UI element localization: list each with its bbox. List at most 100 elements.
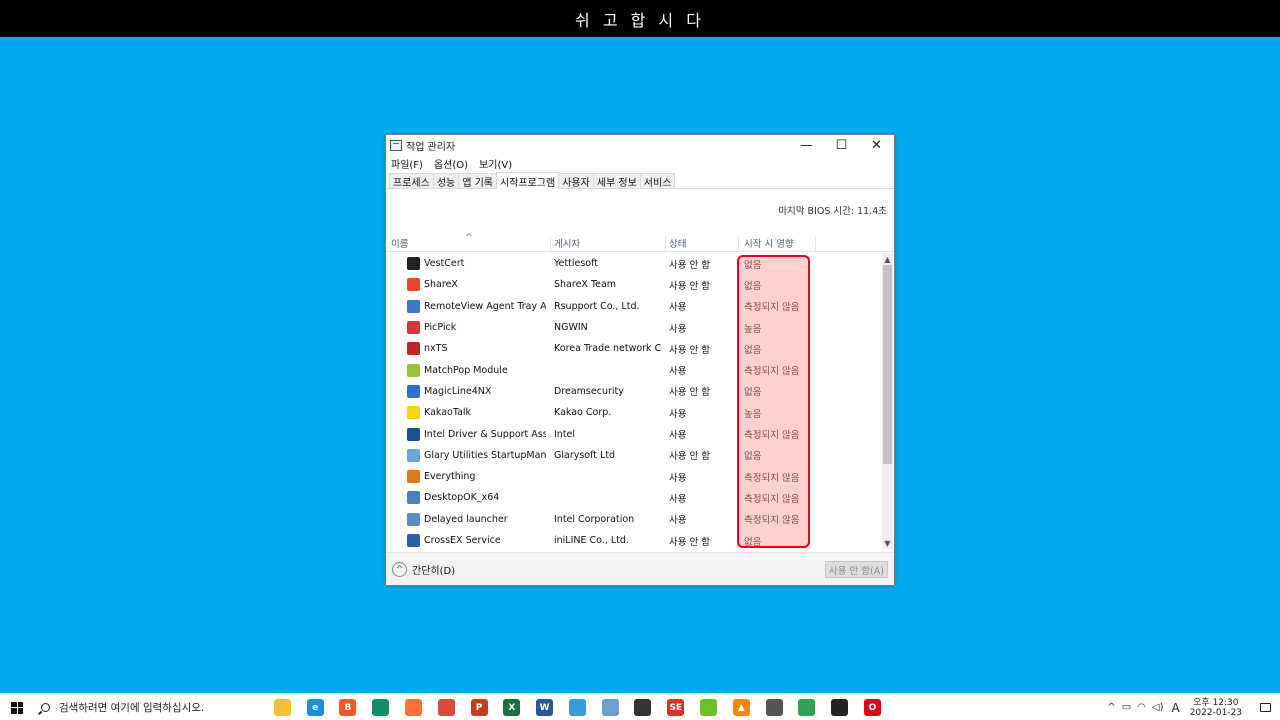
row-publisher: Korea Trade network Co... <box>554 343 662 355</box>
table-row[interactable]: Delayed launcher Intel Corporation 사용 측정되지 … <box>386 509 883 530</box>
column-header-status-label: 상태 <box>669 239 687 250</box>
tab-details[interactable]: 세부 정보 <box>592 173 641 189</box>
window-controls: — ☐ ✕ <box>789 135 894 155</box>
brave-icon[interactable]: B <box>339 699 357 716</box>
calculator-icon[interactable] <box>765 699 783 716</box>
vertical-scrollbar[interactable]: ▲ ▼ <box>882 253 893 549</box>
se-icon[interactable]: SE <box>667 699 685 716</box>
table-row[interactable]: Glary Utilities StartupManag... Glarysoft… <box>386 445 883 466</box>
app-lime-icon[interactable] <box>700 699 718 716</box>
fewer-details-button[interactable]: ^ 간단히(D) <box>392 562 455 577</box>
show-hidden-icons-chevron-icon[interactable]: ^ <box>1107 702 1115 713</box>
column-header-impact[interactable]: 시작 시 영향 <box>744 236 816 252</box>
row-status: 사용 <box>669 323 687 335</box>
title-bar[interactable]: 작업 관리자 — ☐ ✕ <box>386 135 894 155</box>
table-row[interactable]: RemoteView Agent Tray Ap... Rsupport Co.,… <box>386 296 883 317</box>
row-status: 사용 안 함 <box>669 259 710 271</box>
system-tray: ^ ▭ ◠ ◁) A 오후 12:30 2022-01-23 <box>1104 694 1280 720</box>
chrome-icon[interactable] <box>437 699 455 716</box>
tab-performance[interactable]: 성능 <box>432 173 460 189</box>
row-publisher: Glarysoft Ltd <box>554 449 616 461</box>
row-status: 사용 <box>669 430 687 442</box>
search-app-icon[interactable] <box>634 699 652 716</box>
app-green-icon[interactable] <box>372 699 390 716</box>
column-header-name[interactable]: ^ 이름 <box>391 233 551 252</box>
picpick-icon <box>407 321 420 335</box>
clock[interactable]: 오후 12:30 2022-01-23 <box>1190 698 1242 718</box>
speaker-icon[interactable]: ◁) <box>1152 702 1164 713</box>
start-button[interactable] <box>0 694 34 720</box>
magicline-icon <box>407 384 420 398</box>
maximize-button[interactable]: ☐ <box>824 135 859 155</box>
taskbar-search-box[interactable]: 검색하려면 여기에 입력하십시오. <box>34 694 264 720</box>
table-row[interactable]: MagicLine4NX Dreamsecurity 사용 안 함 없음 <box>386 381 883 402</box>
column-header-publisher[interactable]: 게시자 <box>554 236 666 252</box>
row-impact: 측정되지 않음 <box>744 472 800 484</box>
row-publisher: Intel Corporation <box>554 513 635 525</box>
pinned-apps: e B P X W SE ▲ O <box>266 694 889 720</box>
table-row[interactable]: VestCert Yettiesoft 사용 안 함 없음 <box>386 253 883 274</box>
disable-button[interactable]: 사용 안 함(A) <box>825 561 888 578</box>
table-row[interactable]: ShareX ShareX Team 사용 안 함 없음 <box>386 274 883 295</box>
taskbar: 검색하려면 여기에 입력하십시오. e B P X W SE ▲ O ^ ▭ ◠ ◁) A 오… <box>0 693 1280 720</box>
word-icon[interactable]: W <box>536 699 554 716</box>
row-impact: 없음 <box>744 259 762 271</box>
table-row[interactable]: MatchPop Module 사용 측정되지 않음 <box>386 359 883 380</box>
menu-bar: 파일(F) 옵션(O) 보기(V) <box>386 155 894 172</box>
desktopok-icon <box>407 491 420 505</box>
table-row[interactable]: Intel Driver & Support Assis... Intel 사용 측정… <box>386 423 883 444</box>
table-row[interactable]: CrossEX Service iniLINE Co., Ltd. 사용 안 함 없음 <box>386 530 883 549</box>
delayed-launcher-icon <box>407 512 420 526</box>
edge-icon[interactable]: e <box>306 699 324 716</box>
menu-file[interactable]: 파일(F) <box>391 156 423 171</box>
file-explorer-icon[interactable] <box>273 699 291 716</box>
table-row[interactable]: Everything 사용 측정되지 않음 <box>386 466 883 487</box>
notification-center-button[interactable] <box>1250 694 1280 720</box>
table-row[interactable]: KakaoTalk Kakao Corp. 사용 높음 <box>386 402 883 423</box>
menu-options[interactable]: 옵션(O) <box>434 156 468 171</box>
column-header-status[interactable]: 상태 <box>669 236 739 252</box>
scroll-up-icon[interactable]: ▲ <box>882 253 893 265</box>
close-button[interactable]: ✕ <box>859 135 894 155</box>
row-impact: 높음 <box>744 408 762 420</box>
row-status: 사용 안 함 <box>669 451 710 463</box>
nxts-icon <box>407 342 420 356</box>
row-impact: 측정되지 않음 <box>744 366 800 378</box>
minimize-button[interactable]: — <box>789 135 824 155</box>
task-manager-icon[interactable] <box>568 699 586 716</box>
everything-icon <box>407 470 420 484</box>
tab-startup[interactable]: 시작프로그램 <box>496 172 560 189</box>
scroll-thumb[interactable] <box>883 265 892 464</box>
tab-services[interactable]: 서비스 <box>639 173 676 189</box>
battery-icon[interactable]: ▭ <box>1122 702 1131 713</box>
table-row[interactable]: PicPick NGWIN 사용 높음 <box>386 317 883 338</box>
vlc-icon[interactable]: ▲ <box>732 699 750 716</box>
row-name: Everything <box>424 471 476 483</box>
tab-processes[interactable]: 프로세스 <box>389 173 434 189</box>
powerpoint-icon[interactable]: P <box>470 699 488 716</box>
row-publisher: Kakao Corp. <box>554 407 612 419</box>
row-impact: 없음 <box>744 387 762 399</box>
window-title: 작업 관리자 <box>406 141 456 153</box>
firefox-icon[interactable] <box>405 699 423 716</box>
tab-users[interactable]: 사용자 <box>558 173 594 189</box>
menu-view[interactable]: 보기(V) <box>479 156 512 171</box>
opera-icon[interactable]: O <box>863 699 881 716</box>
tab-app-history[interactable]: 앱 기록 <box>458 173 497 189</box>
remote-desktop-icon[interactable] <box>601 699 619 716</box>
task-manager-window: 작업 관리자 — ☐ ✕ 파일(F) 옵션(O) 보기(V) 프로세스 성능 앱… <box>385 134 895 586</box>
network-icon[interactable]: ◠ <box>1137 702 1146 713</box>
column-header-impact-label: 시작 시 영향 <box>744 239 794 250</box>
ime-indicator[interactable]: A <box>1171 701 1179 715</box>
remoteview-icon <box>407 299 420 313</box>
row-name: Delayed launcher <box>424 513 508 525</box>
table-row[interactable]: nxTS Korea Trade network Co... 사용 안 함 없음 <box>386 338 883 359</box>
scroll-down-icon[interactable]: ▼ <box>882 537 893 549</box>
excel-icon[interactable]: X <box>503 699 521 716</box>
row-name: MatchPop Module <box>424 364 508 376</box>
row-publisher: Rsupport Co., Ltd. <box>554 300 640 312</box>
chrome-alt-icon[interactable] <box>798 699 816 716</box>
sticky-notes-icon[interactable] <box>831 699 849 716</box>
task-manager-app-icon <box>390 139 402 151</box>
table-row[interactable]: DesktopOK_x64 사용 측정되지 않음 <box>386 487 883 508</box>
